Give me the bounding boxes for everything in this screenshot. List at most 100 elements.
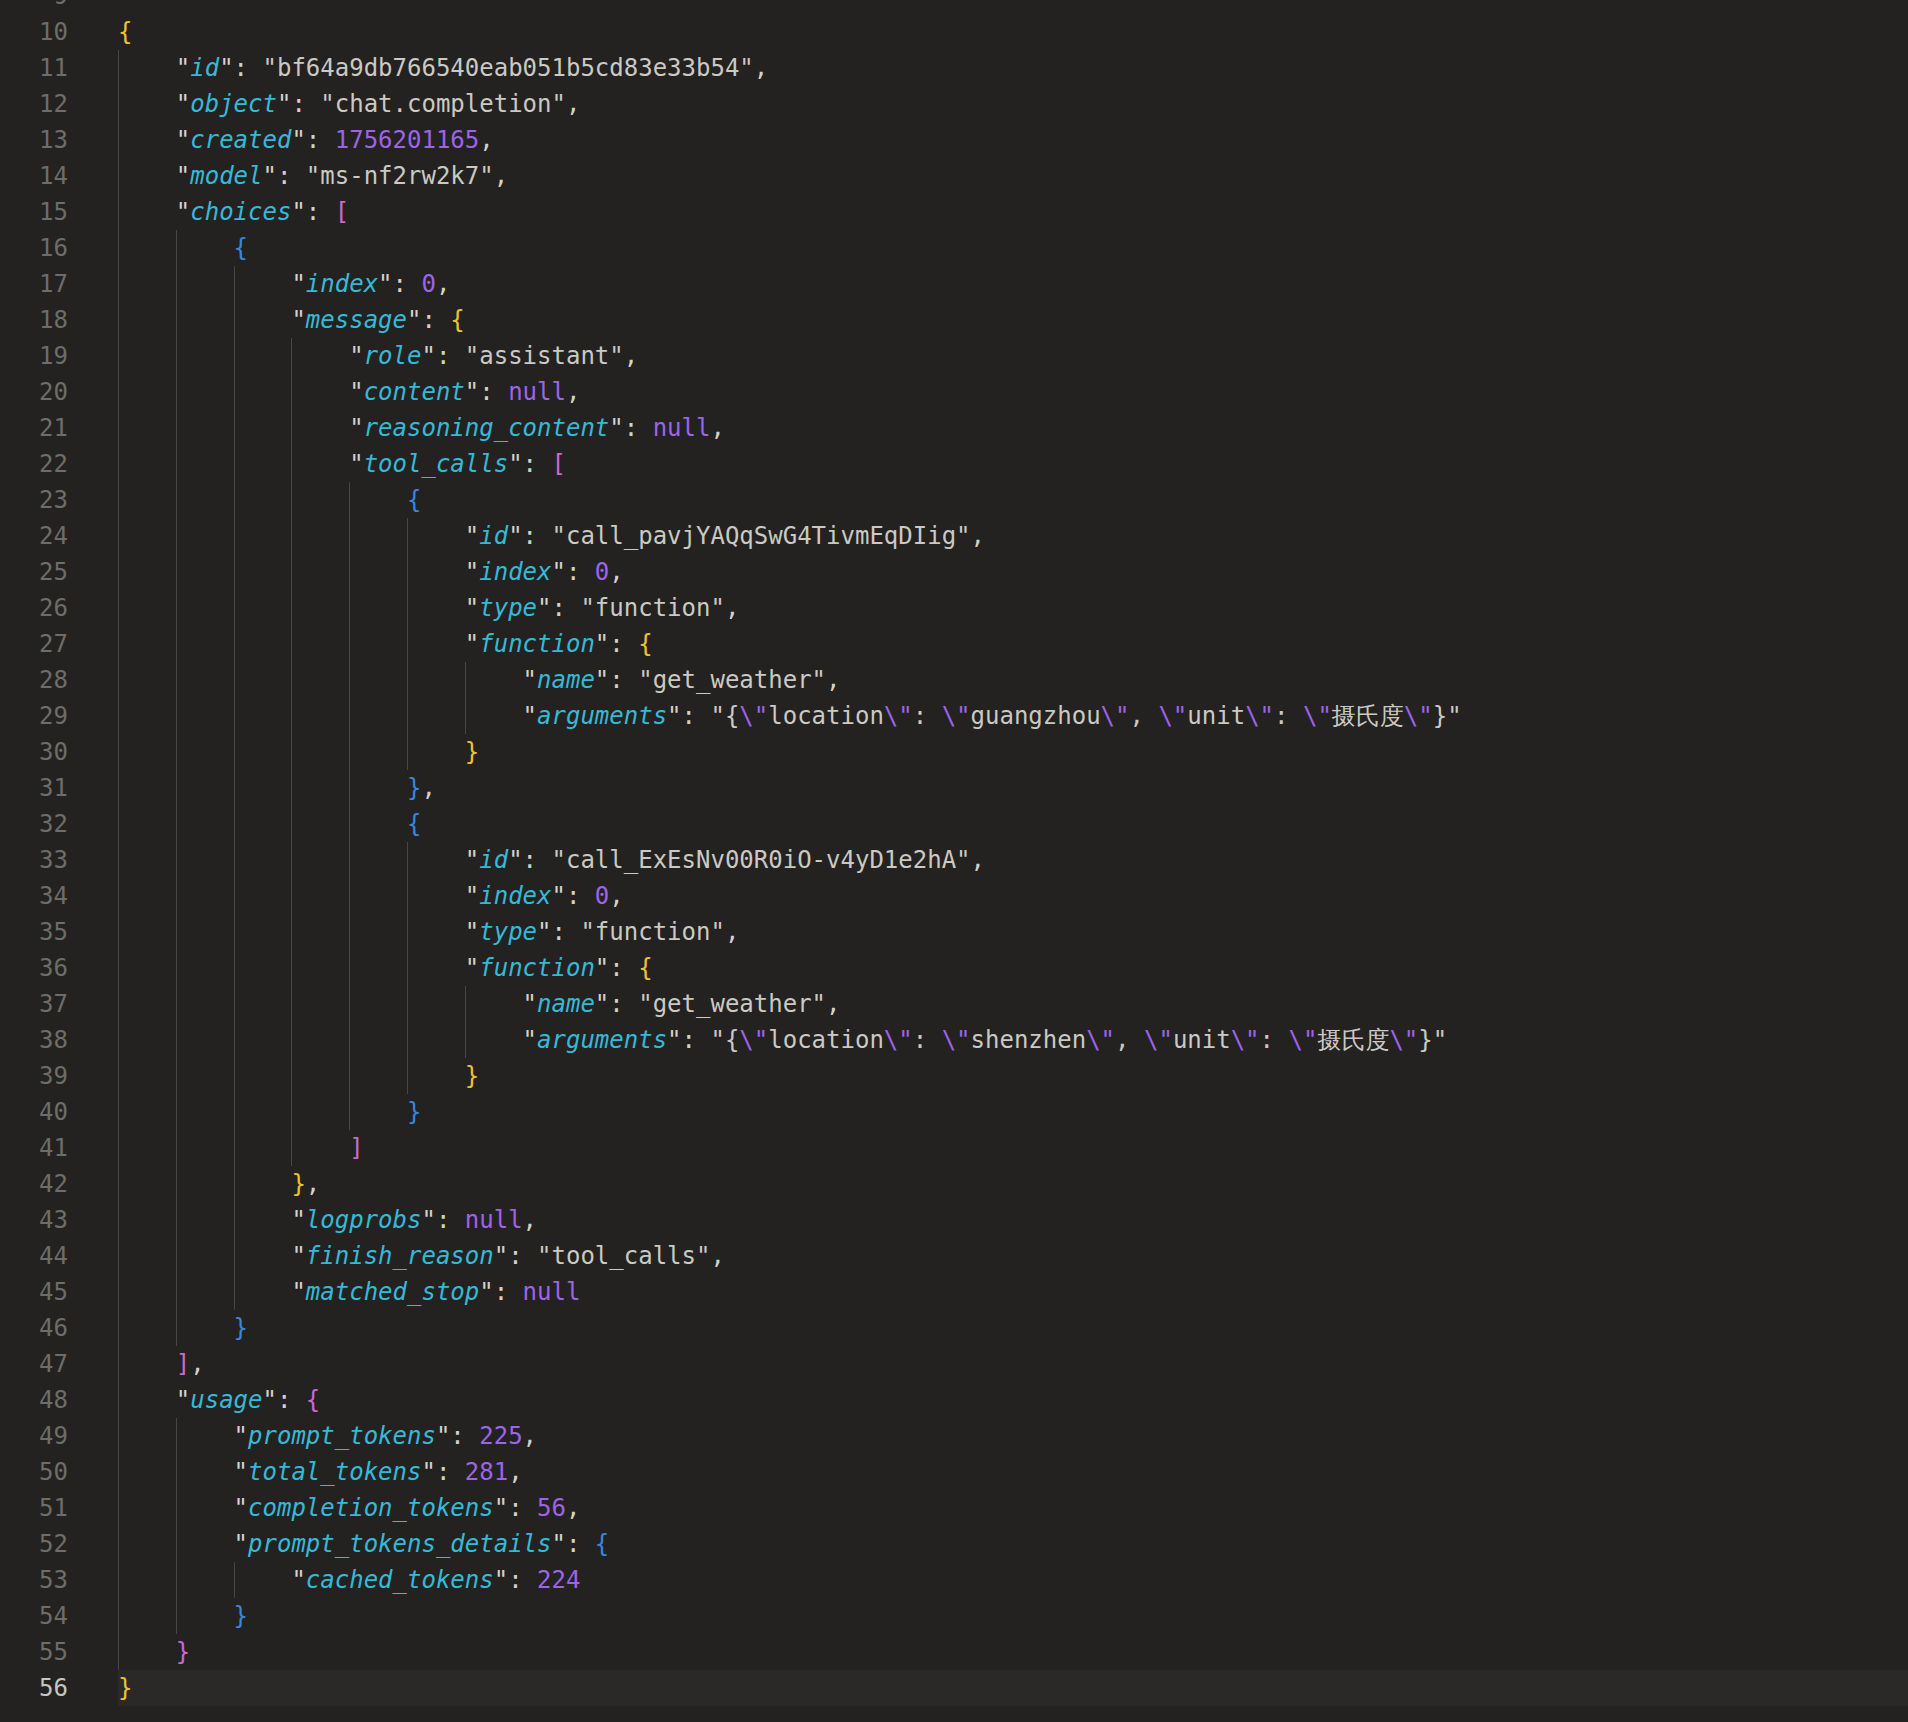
line-number[interactable]: 24 [0,518,68,554]
code-line[interactable]: 23 { [0,482,1908,518]
line-number[interactable]: 38 [0,1022,68,1058]
code-line[interactable]: 20 "content": null, [0,374,1908,410]
code-line[interactable]: 25 "index": 0, [0,554,1908,590]
line-number[interactable]: 42 [0,1166,68,1202]
code-line[interactable]: 30 } [0,734,1908,770]
line-number[interactable]: 33 [0,842,68,878]
code-line[interactable]: 35 "type": "function", [0,914,1908,950]
editor[interactable]: 910{11 "id": "bf64a9db766540eab051b5cd83… [0,0,1908,1700]
line-number[interactable]: 25 [0,554,68,590]
code-line[interactable]: 55 } [0,1634,1908,1670]
line-number[interactable]: 41 [0,1130,68,1166]
line-number[interactable]: 19 [0,338,68,374]
line-number[interactable]: 31 [0,770,68,806]
line-number[interactable]: 54 [0,1598,68,1634]
code-line[interactable]: 52 "prompt_tokens_details": { [0,1526,1908,1562]
line-number[interactable]: 10 [0,14,68,50]
code-line[interactable]: 42 }, [0,1166,1908,1202]
code-line[interactable]: 10{ [0,14,1908,50]
line-number[interactable]: 16 [0,230,68,266]
line-number[interactable]: 45 [0,1274,68,1310]
code-line[interactable]: 26 "type": "function", [0,590,1908,626]
code-line[interactable]: 31 }, [0,770,1908,806]
line-number[interactable]: 11 [0,50,68,86]
code-line[interactable]: 28 "name": "get_weather", [0,662,1908,698]
code-line[interactable]: 34 "index": 0, [0,878,1908,914]
line-number[interactable]: 30 [0,734,68,770]
line-number[interactable]: 51 [0,1490,68,1526]
code-line[interactable]: 47 ], [0,1346,1908,1382]
code-line[interactable]: 27 "function": { [0,626,1908,662]
code-line[interactable]: 16 { [0,230,1908,266]
line-number[interactable]: 53 [0,1562,68,1598]
line-number[interactable]: 14 [0,158,68,194]
line-number[interactable]: 17 [0,266,68,302]
line-number[interactable]: 15 [0,194,68,230]
line-number[interactable]: 13 [0,122,68,158]
line-number[interactable]: 34 [0,878,68,914]
code-line[interactable]: 51 "completion_tokens": 56, [0,1490,1908,1526]
line-number[interactable]: 35 [0,914,68,950]
line-number[interactable]: 43 [0,1202,68,1238]
line-number[interactable]: 55 [0,1634,68,1670]
line-number[interactable]: 23 [0,482,68,518]
line-number[interactable]: 12 [0,86,68,122]
line-number[interactable]: 46 [0,1310,68,1346]
line-number[interactable]: 48 [0,1382,68,1418]
code-line[interactable]: 44 "finish_reason": "tool_calls", [0,1238,1908,1274]
line-number[interactable]: 49 [0,1418,68,1454]
line-number[interactable]: 32 [0,806,68,842]
line-number[interactable]: 44 [0,1238,68,1274]
line-number[interactable]: 52 [0,1526,68,1562]
line-number[interactable]: 26 [0,590,68,626]
code-line[interactable]: 9 [0,0,1908,14]
code-line[interactable]: 21 "reasoning_content": null, [0,410,1908,446]
line-number[interactable]: 27 [0,626,68,662]
code-line[interactable]: 40 } [0,1094,1908,1130]
code-line[interactable]: 24 "id": "call_pavjYAQqSwG4TivmEqDIig", [0,518,1908,554]
code-line[interactable]: 48 "usage": { [0,1382,1908,1418]
code-line[interactable]: 22 "tool_calls": [ [0,446,1908,482]
code-line[interactable]: 56} [0,1670,1908,1706]
token: " [291,270,305,298]
line-number[interactable]: 20 [0,374,68,410]
code-line[interactable]: 50 "total_tokens": 281, [0,1454,1908,1490]
line-number[interactable]: 36 [0,950,68,986]
code-line[interactable]: 37 "name": "get_weather", [0,986,1908,1022]
code-line[interactable]: 18 "message": { [0,302,1908,338]
code-line[interactable]: 41 ] [0,1130,1908,1166]
code-line[interactable]: 46 } [0,1310,1908,1346]
code-line[interactable]: 49 "prompt_tokens": 225, [0,1418,1908,1454]
code-line[interactable]: 43 "logprobs": null, [0,1202,1908,1238]
line-number[interactable]: 9 [0,0,68,14]
code-line[interactable]: 15 "choices": [ [0,194,1908,230]
line-number[interactable]: 28 [0,662,68,698]
line-number[interactable]: 22 [0,446,68,482]
line-number[interactable]: 39 [0,1058,68,1094]
code-line[interactable]: 17 "index": 0, [0,266,1908,302]
code-line[interactable]: 12 "object": "chat.completion", [0,86,1908,122]
code-line[interactable]: 19 "role": "assistant", [0,338,1908,374]
line-number[interactable]: 21 [0,410,68,446]
code-line[interactable]: 39 } [0,1058,1908,1094]
code-line[interactable]: 32 { [0,806,1908,842]
code-line[interactable]: 29 "arguments": "{\"location\": \"guangz… [0,698,1908,734]
code-line[interactable]: 13 "created": 1756201165, [0,122,1908,158]
line-number[interactable]: 50 [0,1454,68,1490]
line-number[interactable]: 37 [0,986,68,1022]
code-line[interactable]: 38 "arguments": "{\"location\": \"shenzh… [0,1022,1908,1058]
code-line[interactable]: 53 "cached_tokens": 224 [0,1562,1908,1598]
line-number[interactable]: 29 [0,698,68,734]
code-line[interactable]: 33 "id": "call_ExEsNv00R0iO-v4yD1e2hA", [0,842,1908,878]
line-number[interactable]: 40 [0,1094,68,1130]
line-number[interactable]: 47 [0,1346,68,1382]
indent-guide [118,1310,119,1346]
code-line[interactable]: 14 "model": "ms-nf2rw2k7", [0,158,1908,194]
code-line[interactable]: 36 "function": { [0,950,1908,986]
line-number[interactable]: 56 [0,1670,68,1706]
code-line[interactable]: 54 } [0,1598,1908,1634]
code-line[interactable]: 45 "matched_stop": null [0,1274,1908,1310]
code-line[interactable]: 11 "id": "bf64a9db766540eab051b5cd83e33b… [0,50,1908,86]
line-number[interactable]: 18 [0,302,68,338]
token: "get_weather" [638,990,826,1018]
